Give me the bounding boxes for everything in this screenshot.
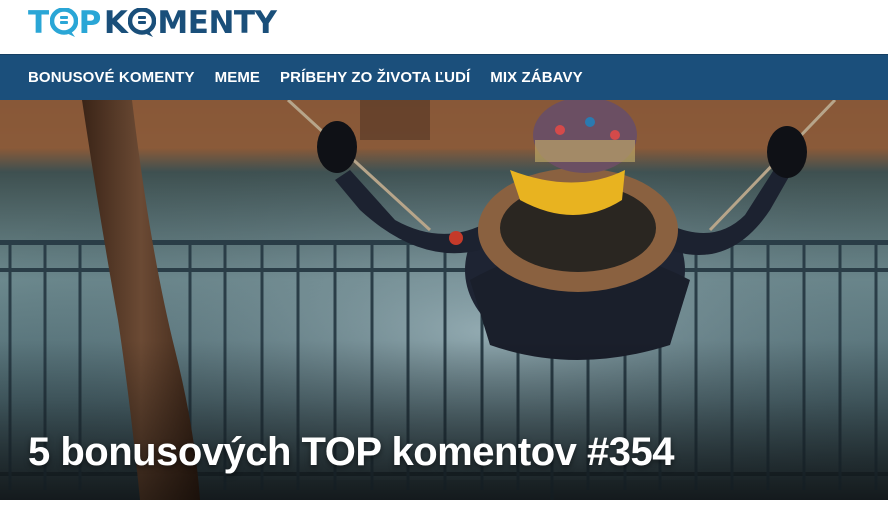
logo-text-komenty-k: K [103, 5, 128, 41]
article-title[interactable]: 5 bonusových TOP komentov #354 [28, 430, 674, 475]
logo-speech-bubble-dark-icon [128, 7, 157, 38]
logo-speech-bubble-icon [49, 7, 78, 38]
nav-item-bonusove-komenty[interactable]: BONUSOVÉ KOMENTY [28, 69, 195, 86]
logo-text-top-t: T [28, 5, 49, 41]
nav-item-mix-zabavy[interactable]: MIX ZÁBAVY [490, 69, 582, 86]
site-header: T P K MENTY [0, 0, 888, 54]
nav-item-meme[interactable]: MEME [215, 69, 260, 86]
main-nav: BONUSOVÉ KOMENTY MEME PRÍBEHY ZO ŽIVOTA … [0, 54, 888, 100]
site-logo[interactable]: T P K MENTY [28, 5, 277, 41]
logo-text-top-p: P [78, 5, 102, 41]
logo-text-komenty-rest: MENTY [157, 5, 277, 41]
nav-item-pribehy[interactable]: PRÍBEHY ZO ŽIVOTA ĽUDÍ [280, 69, 470, 86]
bottom-strip [0, 500, 888, 509]
